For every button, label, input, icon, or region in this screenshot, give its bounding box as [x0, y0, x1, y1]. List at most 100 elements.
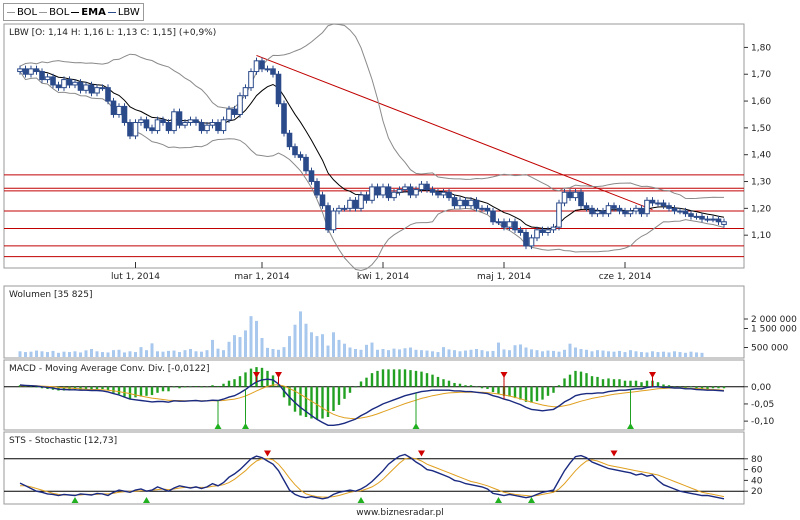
- candle-body: [682, 210, 689, 215]
- candle-body: [699, 215, 705, 220]
- candle-body: [308, 170, 315, 183]
- macd-histogram-bar: [95, 386, 99, 390]
- macd-histogram-bar: [497, 386, 500, 394]
- volume-bar: [95, 351, 99, 357]
- site-footer[interactable]: www.biznesradar.pl: [356, 508, 443, 518]
- candle-body: [154, 119, 161, 132]
- volume-bar: [469, 349, 473, 357]
- macd-histogram-bar: [442, 379, 445, 387]
- candle-body: [479, 207, 485, 210]
- price-y-axis: 1,80 1,70 1,60 1,50 1,40 1,30 1,20 1,10: [744, 43, 771, 241]
- volume-bar: [590, 351, 594, 357]
- candle-body: [253, 60, 260, 73]
- macd-histogram-bar: [260, 367, 264, 387]
- macd-histogram-bar: [458, 383, 462, 387]
- macd-histogram-bar: [513, 386, 517, 399]
- candle-body: [484, 207, 491, 212]
- candle-body: [545, 229, 551, 233]
- volume-bar: [579, 349, 583, 357]
- volume-bar: [585, 349, 588, 357]
- candle-body: [567, 191, 573, 199]
- volume-bar: [662, 351, 665, 357]
- macd-histogram-bar: [519, 386, 522, 400]
- macd-histogram-bar: [524, 386, 528, 402]
- macd-histogram-bar: [249, 368, 253, 387]
- macd-histogram-bar: [623, 380, 627, 387]
- volume-bar: [673, 351, 676, 357]
- volume-bar: [299, 311, 302, 357]
- candle-body: [693, 215, 700, 218]
- candle-body: [187, 119, 194, 124]
- macd-histogram-bar: [183, 386, 187, 388]
- volume-bar: [51, 350, 55, 357]
- volume-bar: [640, 352, 643, 357]
- volume-bar: [645, 352, 649, 357]
- candle-body: [457, 199, 463, 207]
- volume-bar: [40, 351, 44, 357]
- candle-body: [710, 218, 716, 221]
- macd-histogram-bar: [480, 386, 484, 389]
- volume-bar: [282, 347, 286, 357]
- candle-body: [539, 229, 546, 233]
- macd-histogram-bar: [601, 379, 605, 387]
- volume-bar: [387, 350, 390, 357]
- volume-bar: [332, 332, 335, 357]
- candle-body: [369, 186, 375, 201]
- candle-body: [363, 194, 370, 201]
- candle-body: [127, 122, 133, 137]
- candle-body: [237, 95, 243, 115]
- price-y-tick-label: 1,30: [751, 178, 771, 188]
- macd-histogram-bar: [200, 386, 203, 388]
- volume-bar: [106, 352, 110, 357]
- volume-y-tick-label: 2 000 000: [751, 315, 797, 325]
- volume-bar: [348, 347, 352, 357]
- macd-histogram-bar: [227, 380, 231, 387]
- macd-histogram-bar: [420, 371, 423, 387]
- candle-body: [259, 60, 265, 70]
- price-x-tick-label: kwi 1, 2014: [357, 272, 410, 282]
- macd-histogram-bar: [387, 369, 390, 387]
- macd-histogram-bar: [486, 386, 489, 390]
- volume-bar: [117, 349, 121, 357]
- macd-histogram-bar: [211, 385, 214, 387]
- candle-body: [275, 73, 282, 105]
- volume-bar: [310, 332, 313, 357]
- volume-bar: [420, 350, 423, 357]
- macd-histogram-bar: [337, 386, 341, 405]
- candle-body: [446, 191, 452, 199]
- volume-bar: [112, 350, 115, 357]
- volume-bar: [73, 351, 77, 357]
- volume-bar: [167, 350, 170, 357]
- macd-histogram-bar: [618, 379, 621, 387]
- macd-histogram-bar: [475, 386, 478, 388]
- candle-body: [517, 229, 524, 233]
- macd-histogram-bar: [431, 374, 434, 387]
- volume-bar: [436, 352, 440, 357]
- volume-bar: [392, 348, 396, 357]
- stochastic-y-tick-label: 20: [751, 487, 763, 497]
- candle-body: [528, 237, 535, 247]
- volume-bar: [161, 351, 165, 357]
- candle-body: [594, 210, 601, 215]
- candle-body: [88, 84, 95, 94]
- macd-histogram-bar: [172, 386, 176, 388]
- candle-body: [105, 87, 111, 102]
- macd-histogram-bar: [491, 386, 495, 393]
- volume-bar: [623, 352, 627, 357]
- volume-y-tick-label: 500 000: [751, 344, 788, 354]
- volume-y-axis: 2 000 0001 500 000 500 000: [744, 315, 797, 354]
- candle-body: [55, 84, 62, 89]
- candle-body: [44, 76, 51, 81]
- candle-body: [534, 229, 540, 239]
- volume-bar: [29, 351, 33, 357]
- macd-histogram-bar: [447, 380, 451, 387]
- candle-body: [17, 68, 23, 73]
- price-panel: [3, 23, 745, 269]
- candle-body: [336, 207, 342, 212]
- candle-body: [138, 119, 144, 124]
- volume-bar: [79, 352, 82, 357]
- volume-bar: [502, 349, 506, 357]
- macd-histogram-bar: [689, 386, 693, 388]
- volume-bar: [326, 345, 330, 357]
- candle-body: [160, 119, 166, 124]
